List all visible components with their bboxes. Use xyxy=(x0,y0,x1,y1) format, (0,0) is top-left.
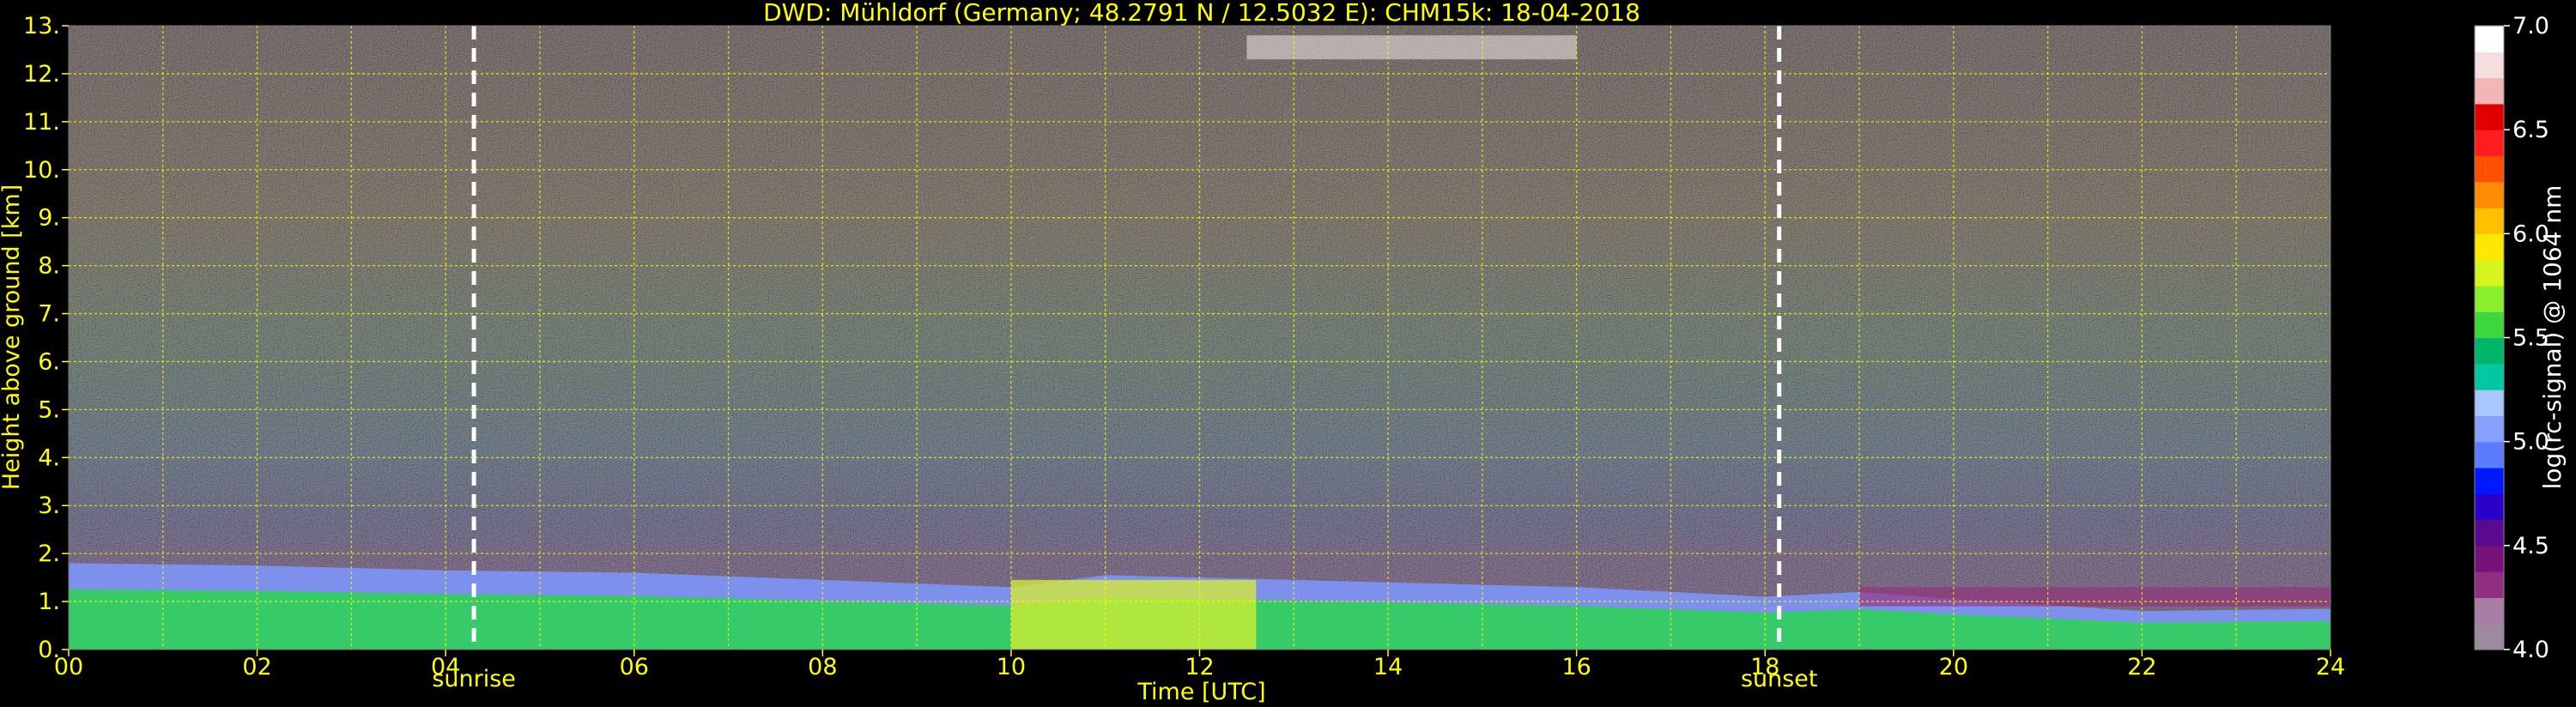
colorbar-swatch xyxy=(2475,51,2504,79)
colorbar-swatch xyxy=(2475,363,2504,390)
y-tick-label: 4. xyxy=(38,444,60,471)
y-tick-label: 2. xyxy=(38,541,60,567)
x-tick-label: 14 xyxy=(1373,654,1403,680)
x-axis-label: Time [UTC] xyxy=(1136,679,1265,705)
colorbar-label: log(rc-signal) @ 1064 nm xyxy=(2538,185,2567,490)
colorbar-swatch xyxy=(2475,155,2504,183)
y-tick-label: 9. xyxy=(38,205,60,232)
y-tick-label: 11. xyxy=(23,109,60,136)
colorbar-swatch xyxy=(2475,208,2504,234)
plot-area xyxy=(69,26,2331,650)
colorbar-swatch xyxy=(2475,181,2504,208)
y-tick-label: 5. xyxy=(38,396,60,423)
colorbar-swatch xyxy=(2475,571,2504,599)
colorbar-swatch xyxy=(2475,545,2504,572)
residual-layer xyxy=(1859,587,2331,607)
colorbar-tick-label: 6.5 xyxy=(2512,117,2549,143)
colorbar-swatch xyxy=(2475,233,2504,261)
x-tick-label: 00 xyxy=(54,654,83,680)
sunrise-label: sunrise xyxy=(432,666,516,692)
x-tick-label: 16 xyxy=(1561,654,1591,680)
y-tick-label: 6. xyxy=(38,348,60,375)
colorbar-swatch xyxy=(2475,103,2504,130)
convective-plume xyxy=(1010,579,1257,650)
colorbar xyxy=(2474,25,2505,650)
colorbar-tick-label: 4.5 xyxy=(2512,533,2549,559)
x-tick-label: 06 xyxy=(620,654,649,680)
y-tick-label: 3. xyxy=(38,492,60,519)
colorbar-tick-label: 4.0 xyxy=(2512,637,2549,663)
y-tick-label: 7. xyxy=(38,301,60,328)
chart-title: DWD: Mühldorf (Germany; 48.2791 N / 12.5… xyxy=(763,0,1640,27)
x-axis-ticks: 00 02 04 06 08 10 12 14 16 18 20 22 24 xyxy=(54,650,2345,680)
colorbar-swatch xyxy=(2475,623,2504,650)
y-tick-label: 8. xyxy=(38,253,60,280)
colorbar-swatch xyxy=(2475,26,2504,52)
x-tick-label: 20 xyxy=(1939,654,1968,680)
x-tick-label: 22 xyxy=(2127,654,2156,680)
x-tick-label: 10 xyxy=(997,654,1026,680)
x-tick-label: 12 xyxy=(1185,654,1214,680)
colorbar-swatch xyxy=(2475,259,2504,287)
lidar-chart: DWD: Mühldorf (Germany; 48.2791 N / 12.5… xyxy=(0,0,2567,705)
sunset-label: sunset xyxy=(1741,666,1818,692)
colorbar-swatch xyxy=(2475,519,2504,547)
cirrus-layer xyxy=(1246,35,1577,60)
colorbar-tick-label: 7.0 xyxy=(2512,13,2549,39)
y-tick-label: 10. xyxy=(23,157,60,184)
colorbar-swatch xyxy=(2475,493,2504,521)
y-axis-label: Height above ground [km] xyxy=(0,184,25,490)
y-axis-ticks: 0.1.2.3.4.5.6.7.8.9.10.11.12.13. xyxy=(23,13,69,663)
colorbar-swatch xyxy=(2475,77,2504,105)
colorbar-swatch xyxy=(2475,311,2504,339)
colorbar-swatch xyxy=(2475,390,2504,416)
y-tick-label: 12. xyxy=(23,61,60,88)
colorbar-swatch xyxy=(2475,337,2504,365)
x-tick-label: 02 xyxy=(242,654,271,680)
colorbar-swatch xyxy=(2475,467,2504,494)
colorbar-swatch xyxy=(2475,415,2504,443)
colorbar-swatch xyxy=(2475,441,2504,468)
x-tick-label: 24 xyxy=(2316,654,2345,680)
colorbar-swatch xyxy=(2475,130,2504,157)
y-tick-label: 1. xyxy=(38,589,60,615)
y-tick-label: 13. xyxy=(23,13,60,39)
colorbar-swatch xyxy=(2475,285,2504,312)
colorbar-swatch xyxy=(2475,597,2504,625)
x-tick-label: 08 xyxy=(808,654,837,680)
